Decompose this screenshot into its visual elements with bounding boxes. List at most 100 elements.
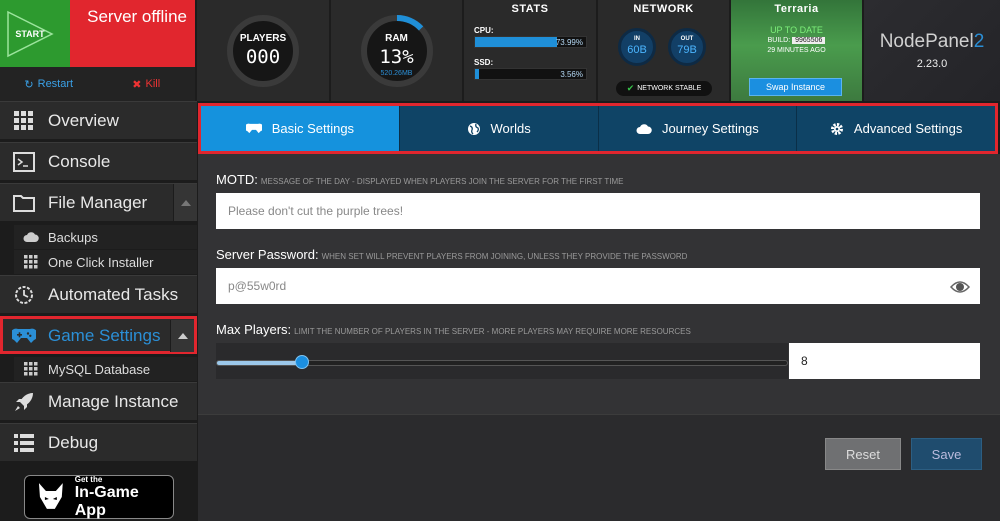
password-label: Server Password: bbox=[216, 247, 319, 262]
sidebar-item-file-manager[interactable]: File Manager bbox=[0, 183, 197, 221]
network-in-value: 60B bbox=[627, 44, 647, 56]
sidebar-item-one-click-installer[interactable]: One Click Installer bbox=[14, 250, 197, 274]
motd-input[interactable] bbox=[216, 193, 980, 229]
sidebar-item-game-settings[interactable]: Game Settings bbox=[0, 316, 197, 354]
collapse-toggle[interactable] bbox=[173, 184, 197, 221]
form-footer: Reset Save bbox=[198, 414, 1000, 521]
network-status: ✔ NETWORK STABLE bbox=[616, 81, 712, 96]
reset-button[interactable]: Reset bbox=[825, 438, 901, 470]
gear-icon bbox=[830, 122, 843, 135]
network-status-text: NETWORK STABLE bbox=[637, 85, 702, 92]
tab-worlds[interactable]: Worlds bbox=[399, 106, 599, 151]
ram-panel: RAM 13% 520.26MB bbox=[331, 0, 462, 101]
sidebar-item-label: Game Settings bbox=[48, 325, 161, 345]
tab-advanced-settings[interactable]: Advanced Settings bbox=[797, 106, 995, 151]
kill-button[interactable]: ✖ Kill bbox=[98, 67, 196, 101]
brand-suffix: 2 bbox=[973, 31, 985, 52]
motd-help: Message of the day - displayed when play… bbox=[260, 177, 624, 186]
chevron-up-icon bbox=[180, 199, 191, 206]
kill-label: Kill bbox=[145, 78, 161, 90]
grid-icon bbox=[0, 110, 48, 131]
rocket-icon bbox=[0, 391, 48, 413]
sidebar-item-backups[interactable]: Backups bbox=[14, 225, 197, 249]
players-gauge: PLAYERS 000 bbox=[227, 14, 299, 87]
sidebar-item-label: One Click Installer bbox=[48, 254, 154, 270]
network-panel: NETWORK IN 60B OUT 79B ✔ NETWORK STABLE bbox=[598, 0, 729, 101]
tab-label: Advanced Settings bbox=[853, 121, 963, 136]
cloud-icon bbox=[636, 123, 652, 134]
swap-instance-button[interactable]: Swap Instance bbox=[749, 78, 842, 96]
collapse-toggle[interactable] bbox=[170, 320, 194, 352]
tab-label: Journey Settings bbox=[661, 121, 759, 136]
sidebar-item-debug[interactable]: Debug bbox=[0, 423, 197, 461]
max-players-input[interactable] bbox=[789, 343, 980, 379]
stats-panel: STATS CPU: 73.99% SSD: 3.56% bbox=[464, 0, 596, 101]
sidebar-item-label: Manage Instance bbox=[48, 391, 179, 411]
ram-sub: 520.26MB bbox=[380, 69, 413, 77]
brand-name: NodePanel bbox=[879, 31, 974, 52]
tab-label: Basic Settings bbox=[271, 121, 355, 136]
sidebar-item-label: Overview bbox=[48, 110, 119, 130]
updated-ago: 29 MINUTES AGO bbox=[767, 47, 826, 54]
app-badge-big: In-Game App bbox=[74, 483, 139, 519]
build-info: BUILD: 9965506 bbox=[731, 37, 862, 44]
players-panel: PLAYERS 000 bbox=[197, 0, 329, 101]
motd-field-label: MOTD: Message of the day - displayed when… bbox=[216, 172, 623, 187]
cpu-value: 73.99% bbox=[555, 38, 583, 47]
max-players-label: Max Players: bbox=[216, 322, 292, 337]
cloud-icon bbox=[14, 231, 48, 243]
database-icon bbox=[14, 362, 48, 376]
game-title: Terraria bbox=[774, 3, 819, 15]
brand-logo: NodePanel2 bbox=[864, 31, 1000, 53]
ssd-stat: SSD: 3.56% bbox=[474, 58, 589, 80]
slider-fill bbox=[217, 361, 303, 365]
restart-label: Restart bbox=[37, 78, 74, 90]
slider-handle[interactable] bbox=[294, 355, 309, 369]
sidebar-item-console[interactable]: Console bbox=[0, 142, 197, 180]
tab-label: Worlds bbox=[490, 121, 531, 136]
password-input[interactable] bbox=[216, 268, 980, 304]
sidebar-item-automated-tasks[interactable]: Automated Tasks bbox=[0, 275, 197, 313]
build-value: 9965506 bbox=[792, 37, 826, 44]
sidebar-item-overview[interactable]: Overview bbox=[0, 101, 197, 139]
chevron-up-icon bbox=[177, 333, 188, 339]
cpu-bar-fill bbox=[475, 37, 558, 47]
sidebar-item-label: Console bbox=[48, 151, 111, 171]
kill-icon: ✖ bbox=[132, 78, 142, 91]
start-label: START bbox=[15, 28, 45, 39]
save-button[interactable]: Save bbox=[911, 438, 982, 470]
ssd-bar-fill bbox=[475, 69, 479, 79]
clock-icon bbox=[0, 285, 48, 305]
network-out-value: 79B bbox=[677, 44, 697, 56]
ram-gauge: RAM 13% 520.26MB bbox=[360, 14, 433, 87]
version-text: 2.23.0 bbox=[916, 58, 948, 70]
tab-journey-settings[interactable]: Journey Settings bbox=[598, 106, 798, 151]
eye-icon[interactable] bbox=[950, 280, 970, 294]
sidebar-item-mysql-database[interactable]: MySQL Database bbox=[14, 357, 197, 381]
network-title: NETWORK bbox=[633, 3, 694, 15]
cpu-bar: 73.99% bbox=[474, 36, 587, 48]
max-players-slider[interactable] bbox=[216, 343, 788, 379]
tab-basic-settings[interactable]: Basic Settings bbox=[201, 106, 400, 151]
game-panel: Terraria UP TO DATE BUILD: 9965506 29 MI… bbox=[731, 0, 862, 101]
ram-arc-fill bbox=[396, 14, 423, 31]
in-game-app-badge[interactable]: Get the In-Game App bbox=[24, 475, 174, 519]
cpu-stat: CPU: 73.99% bbox=[474, 26, 589, 48]
max-players-field-label: Max Players: Limit the number of players … bbox=[216, 322, 691, 337]
password-field-label: Server Password: When set will prevent pl… bbox=[216, 247, 687, 262]
motd-label: MOTD: bbox=[216, 172, 258, 187]
basic-settings-form: MOTD: Message of the day - displayed when… bbox=[198, 154, 1000, 414]
restart-button[interactable]: ↻ Restart bbox=[0, 67, 98, 101]
players-value: 000 bbox=[245, 45, 281, 68]
players-label: PLAYERS bbox=[239, 32, 287, 44]
gamepad-icon bbox=[0, 328, 48, 344]
settings-tabs: Basic Settings Worlds Journey Settings A… bbox=[198, 103, 998, 154]
list-icon bbox=[0, 433, 48, 452]
build-label: BUILD: bbox=[767, 37, 791, 44]
globe-icon bbox=[467, 122, 480, 135]
sidebar-item-manage-instance[interactable]: Manage Instance bbox=[0, 382, 197, 420]
start-button[interactable]: START bbox=[0, 0, 70, 67]
sidebar-item-label: File Manager bbox=[48, 192, 148, 212]
wolf-logo-icon bbox=[38, 483, 63, 509]
max-players-help: Limit the number of players in the serve… bbox=[294, 327, 691, 336]
